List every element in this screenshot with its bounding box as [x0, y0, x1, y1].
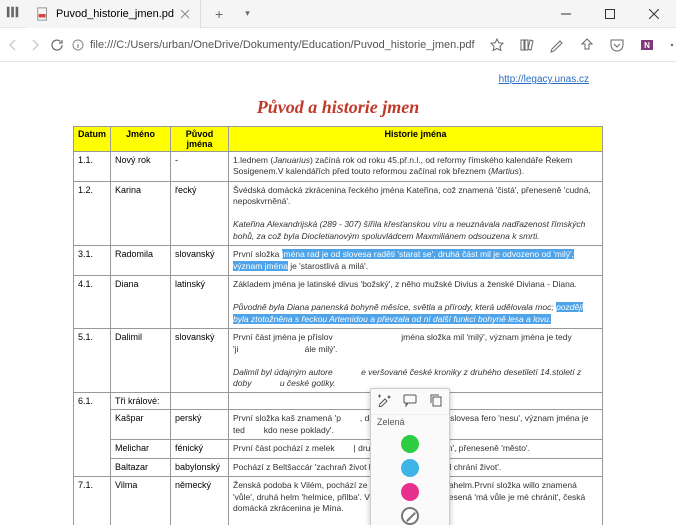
- tabs-caret-icon[interactable]: ▾: [237, 8, 258, 19]
- doc-header-url: http://legacy.unas.cz: [73, 70, 603, 91]
- col-puvod: Původ jména: [171, 127, 229, 152]
- onenote-button[interactable]: N: [633, 31, 661, 59]
- minimize-button[interactable]: [544, 0, 588, 28]
- table-row: 3.1.RadomilaslovanskýPrvní složka jména …: [74, 246, 603, 276]
- names-table: Datum Jméno Původ jména Historie jména 1…: [73, 126, 603, 525]
- table-row: 6.1.Tři králové:: [74, 393, 603, 410]
- refresh-button[interactable]: [50, 31, 64, 59]
- back-button[interactable]: [6, 31, 20, 59]
- table-row: 1.2.KarinařeckýŠvédská domácká zkrácenin…: [74, 181, 603, 245]
- maximize-button[interactable]: [588, 0, 632, 28]
- pdf-page: http://legacy.unas.cz Původ a historie j…: [73, 70, 603, 525]
- table-row: 1.1.Nový rok-1.lednem (Januarius) začíná…: [74, 152, 603, 182]
- pdf-icon: [36, 7, 50, 21]
- url-text: file:///C:/Users/urban/OneDrive/Dokument…: [90, 39, 475, 51]
- more-button[interactable]: [663, 31, 676, 59]
- tab-title: Puvod_historie_jmen.pd: [56, 8, 174, 20]
- table-row: KašparperskýPrvní složka kaš znamená 'p_…: [74, 410, 603, 440]
- doc-title: Původ a historie jmen: [73, 97, 603, 118]
- col-datum: Datum: [74, 127, 111, 152]
- forward-button[interactable]: [28, 31, 42, 59]
- color-blue[interactable]: [401, 459, 419, 477]
- table-row: 5.1.DalimilslovanskýPrvní část jména je …: [74, 329, 603, 393]
- color-label: Zelená: [371, 415, 449, 429]
- col-jmeno: Jméno: [111, 127, 171, 152]
- hub-icon[interactable]: [6, 5, 20, 22]
- pocket-button[interactable]: [603, 31, 631, 59]
- highlight-add-icon[interactable]: [377, 393, 391, 410]
- color-pink[interactable]: [401, 483, 419, 501]
- comment-icon[interactable]: [403, 393, 417, 410]
- color-green[interactable]: [401, 435, 419, 453]
- table-row: 7.1.VilmaněmeckýŽenská podoba k Vilém, p…: [74, 477, 603, 525]
- favorite-button[interactable]: [483, 31, 511, 59]
- copy-icon[interactable]: [429, 393, 443, 410]
- col-historie: Historie jména: [229, 127, 603, 152]
- browser-tab[interactable]: Puvod_historie_jmen.pd: [26, 0, 201, 28]
- web-note-button[interactable]: [543, 31, 571, 59]
- reading-list-button[interactable]: [513, 31, 541, 59]
- share-button[interactable]: [573, 31, 601, 59]
- svg-text:N: N: [644, 41, 650, 50]
- new-tab-button[interactable]: +: [207, 6, 231, 22]
- table-row: BaltazarbabylonskýPochází z Beltšaccár '…: [74, 458, 603, 476]
- highlight-popup: Zelená: [370, 388, 450, 525]
- color-none[interactable]: [401, 507, 419, 525]
- pdf-viewer[interactable]: http://legacy.unas.cz Původ a historie j…: [0, 62, 676, 525]
- url-box[interactable]: file:///C:/Users/urban/OneDrive/Dokument…: [72, 39, 475, 51]
- info-icon: [72, 39, 84, 51]
- titlebar: Puvod_historie_jmen.pd + ▾: [0, 0, 676, 28]
- table-row: 4.1.DianalatinskýZákladem jména je latin…: [74, 276, 603, 329]
- address-bar: file:///C:/Users/urban/OneDrive/Dokument…: [0, 28, 676, 62]
- close-window-button[interactable]: [632, 0, 676, 28]
- table-row: MelicharfénickýPrvní část pochází z mele…: [74, 440, 603, 458]
- close-tab-icon[interactable]: [180, 9, 190, 19]
